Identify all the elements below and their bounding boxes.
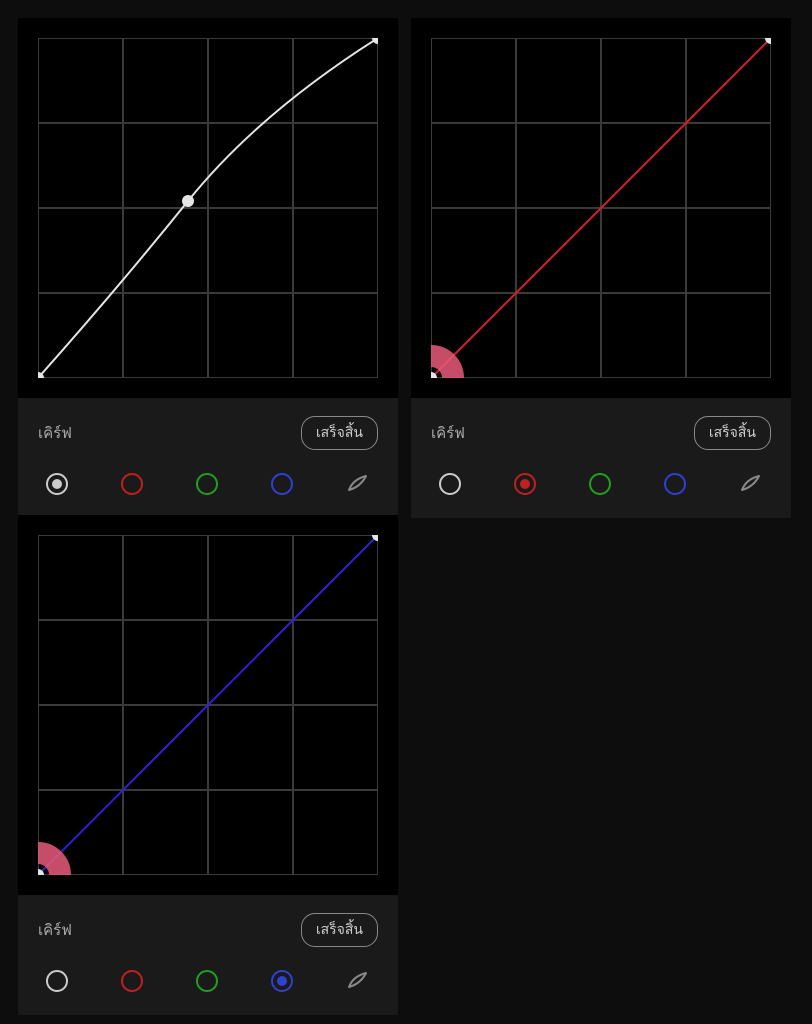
curve-controls: เคิร์ฟ เสร็จสิ้น (411, 398, 791, 518)
curve-editor[interactable] (411, 18, 791, 398)
curve-panel-red: เคิร์ฟ เสร็จสิ้น (411, 18, 791, 518)
done-button[interactable]: เสร็จสิ้น (694, 416, 771, 450)
reset-icon[interactable] (739, 472, 763, 496)
curve-controls: เคิร์ฟ เสร็จสิ้น (18, 895, 398, 1015)
reset-icon[interactable] (346, 472, 370, 496)
curve-editor[interactable] (18, 18, 398, 398)
curve-panel-luminance: เคิร์ฟ เสร็จสิ้น (18, 18, 398, 518)
channel-white-button[interactable] (46, 970, 68, 992)
curve-panel-blue: เคิร์ฟ เสร็จสิ้น (18, 515, 398, 1015)
channel-green-button[interactable] (196, 970, 218, 992)
curve-label: เคิร์ฟ (38, 421, 72, 445)
channel-red-button[interactable] (121, 473, 143, 495)
reset-icon[interactable] (346, 969, 370, 993)
channel-blue-button[interactable] (271, 473, 293, 495)
done-button[interactable]: เสร็จสิ้น (301, 416, 378, 450)
done-button[interactable]: เสร็จสิ้น (301, 913, 378, 947)
curve-editor[interactable] (18, 515, 398, 895)
channel-green-button[interactable] (589, 473, 611, 495)
channel-red-button[interactable] (121, 970, 143, 992)
channel-white-button[interactable] (46, 473, 68, 495)
channel-green-button[interactable] (196, 473, 218, 495)
channel-blue-button[interactable] (271, 970, 293, 992)
curve-label: เคิร์ฟ (38, 918, 72, 942)
curve-label: เคิร์ฟ (431, 421, 465, 445)
curve-point-mid[interactable] (182, 195, 194, 207)
curve-point-highlight[interactable] (372, 38, 378, 44)
channel-red-button[interactable] (514, 473, 536, 495)
channel-blue-button[interactable] (664, 473, 686, 495)
curve-controls: เคิร์ฟ เสร็จสิ้น (18, 398, 398, 518)
channel-white-button[interactable] (439, 473, 461, 495)
